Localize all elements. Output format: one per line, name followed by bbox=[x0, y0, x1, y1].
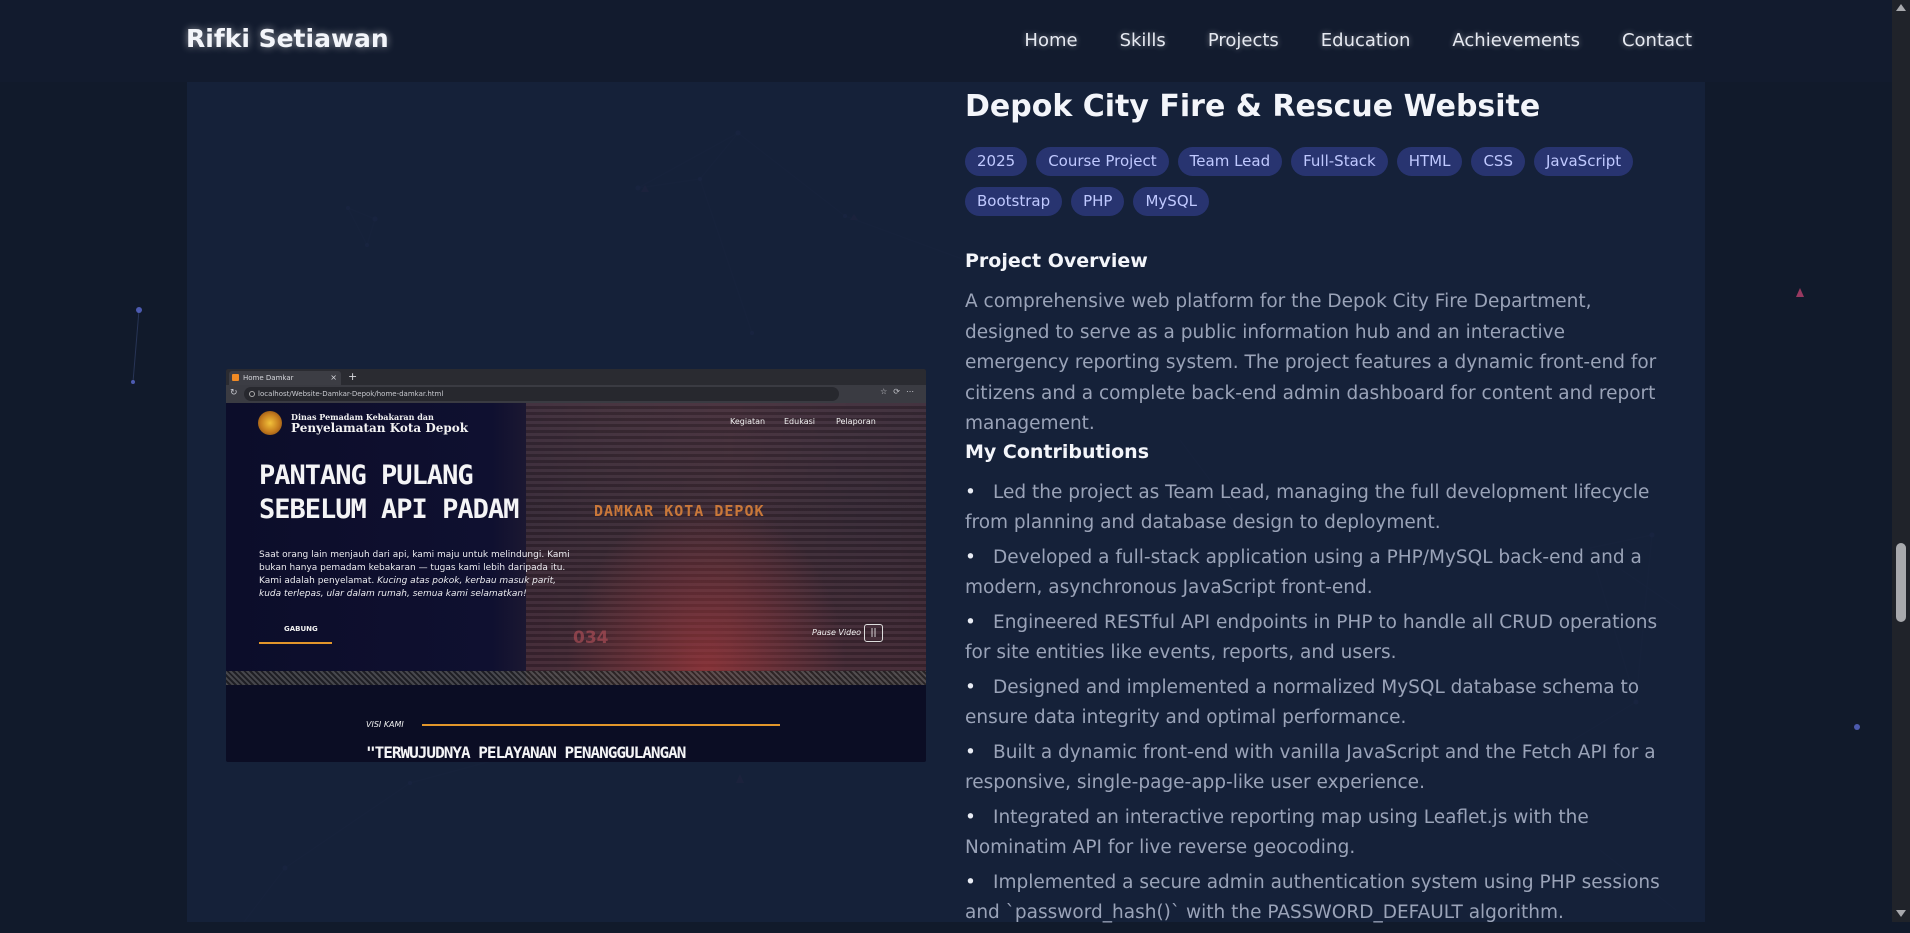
new-tab-icon: + bbox=[348, 370, 358, 383]
nav-item-home[interactable]: Home bbox=[1024, 30, 1077, 51]
pause-icon: || bbox=[864, 624, 883, 642]
nav-item-projects[interactable]: Projects bbox=[1208, 30, 1279, 51]
project-tags: 2025 Course Project Team Lead Full-Stack… bbox=[965, 147, 1655, 216]
bullet-icon: • bbox=[965, 807, 976, 828]
overview-heading: Project Overview bbox=[965, 250, 1148, 272]
contribution-text: Developed a full-stack application using… bbox=[965, 547, 1642, 598]
contribution-text: Designed and implemented a normalized My… bbox=[965, 677, 1640, 728]
checker-strip bbox=[226, 671, 926, 685]
list-item: • Implemented a secure admin authenticati… bbox=[965, 868, 1665, 928]
join-underline bbox=[259, 642, 332, 644]
truck-label: DAMKAR KOTA DEPOK bbox=[594, 502, 765, 520]
site-nav-pelaporan: Pelaporan bbox=[836, 417, 876, 426]
tag-html: HTML bbox=[1396, 147, 1463, 176]
info-icon bbox=[249, 391, 255, 397]
visi-divider bbox=[422, 724, 780, 726]
hero-title-line1: PANTANG PULANG bbox=[259, 460, 474, 491]
bullet-icon: • bbox=[965, 547, 976, 568]
tag-course-project: Course Project bbox=[1036, 147, 1169, 176]
tag-css: CSS bbox=[1471, 147, 1525, 176]
nav-menu: Home Skills Projects Education Achieveme… bbox=[1024, 30, 1692, 51]
browser-url-text: localhost/Website-Damkar-Depok/home-damk… bbox=[258, 390, 444, 398]
tag-bootstrap: Bootstrap bbox=[965, 187, 1063, 216]
scrollbar-thumb[interactable] bbox=[1896, 543, 1906, 622]
nav-item-contact[interactable]: Contact bbox=[1622, 30, 1692, 51]
bullet-icon: • bbox=[965, 482, 976, 503]
visi-label: VISI KAMI bbox=[366, 720, 404, 729]
pause-video-label: Pause Video bbox=[812, 628, 862, 637]
nav-item-achievements[interactable]: Achievements bbox=[1452, 30, 1580, 51]
bullet-icon: • bbox=[965, 872, 976, 893]
project-title: Depok City Fire & Rescue Website bbox=[965, 89, 1541, 124]
list-item: • Integrated an interactive reporting map… bbox=[965, 803, 1665, 863]
contributions-heading: My Contributions bbox=[965, 441, 1150, 463]
tag-year: 2025 bbox=[965, 147, 1028, 176]
nav-item-skills[interactable]: Skills bbox=[1120, 30, 1166, 51]
site-nav-edukasi: Edukasi bbox=[784, 417, 815, 426]
browser-toolbar-icons: ☆⟳⋯ bbox=[880, 387, 920, 396]
bullet-icon: • bbox=[965, 742, 976, 763]
list-item: • Engineered RESTful API endpoints in PHP… bbox=[965, 608, 1665, 668]
hero-description: Saat orang lain menjauh dari api, kami m… bbox=[259, 549, 579, 601]
hero-title-line2: SEBELUM API PADAM bbox=[259, 494, 519, 525]
hero-title: PANTANG PULANG SEBELUM API PADAM bbox=[259, 459, 559, 527]
contribution-text: Engineered RESTful API endpoints in PHP … bbox=[965, 612, 1658, 663]
tag-full-stack: Full-Stack bbox=[1291, 147, 1388, 176]
browser-url: localhost/Website-Damkar-Depok/home-damk… bbox=[244, 387, 839, 401]
contribution-text: Implemented a secure admin authenticatio… bbox=[965, 872, 1660, 923]
contributions-list: • Led the project as Team Lead, managing … bbox=[965, 478, 1665, 933]
nav-item-education[interactable]: Education bbox=[1321, 30, 1411, 51]
visi-quote: "TERWUJUDNYA PELAYANAN PENANGGULANGAN bbox=[366, 743, 686, 762]
close-icon: × bbox=[330, 373, 337, 382]
join-button-label: GABUNG bbox=[284, 625, 318, 633]
bullet-icon: • bbox=[965, 612, 976, 633]
truck-number: 034 bbox=[573, 628, 609, 648]
page-scrollbar[interactable] bbox=[1892, 0, 1910, 922]
overview-text: A comprehensive web platform for the Dep… bbox=[965, 291, 1657, 434]
browser-urlbar: ↻ localhost/Website-Damkar-Depok/home-da… bbox=[226, 385, 926, 403]
list-item: • Led the project as Team Lead, managing … bbox=[965, 478, 1665, 538]
tag-team-lead: Team Lead bbox=[1177, 147, 1283, 176]
project-screenshot: Home Damkar × + ↻ localhost/Website-Damk… bbox=[226, 369, 926, 762]
list-item: • Designed and implemented a normalized M… bbox=[965, 673, 1665, 733]
scroll-up-icon[interactable] bbox=[1896, 4, 1906, 11]
bullet-icon: • bbox=[965, 677, 976, 698]
contribution-text: Integrated an interactive reporting map … bbox=[965, 807, 1589, 858]
contribution-text: Built a dynamic front-end with vanilla J… bbox=[965, 742, 1656, 793]
navbar: Rifki Setiawan Home Skills Projects Educ… bbox=[0, 0, 1892, 82]
list-item: • Built a dynamic front-end with vanilla … bbox=[965, 738, 1665, 798]
list-item: • Developed a full-stack application usin… bbox=[965, 543, 1665, 603]
org-name-line2: Penyelamatan Kota Depok bbox=[291, 421, 469, 435]
favicon-icon bbox=[232, 374, 239, 381]
reload-icon: ↻ bbox=[230, 388, 238, 398]
browser-tab-title: Home Damkar bbox=[243, 374, 294, 382]
contribution-text: Led the project as Team Lead, managing t… bbox=[965, 482, 1650, 533]
browser-tabbar: Home Damkar × + bbox=[226, 369, 926, 385]
scroll-down-icon[interactable] bbox=[1896, 910, 1906, 917]
site-nav-kegiatan: Kegiatan bbox=[730, 417, 766, 426]
damkar-logo-icon bbox=[258, 411, 282, 435]
tag-mysql: MySQL bbox=[1133, 187, 1209, 216]
site-brand[interactable]: Rifki Setiawan bbox=[186, 24, 389, 53]
browser-tab: Home Damkar × bbox=[229, 371, 341, 385]
tag-php: PHP bbox=[1071, 187, 1125, 216]
tag-javascript: JavaScript bbox=[1533, 147, 1634, 176]
